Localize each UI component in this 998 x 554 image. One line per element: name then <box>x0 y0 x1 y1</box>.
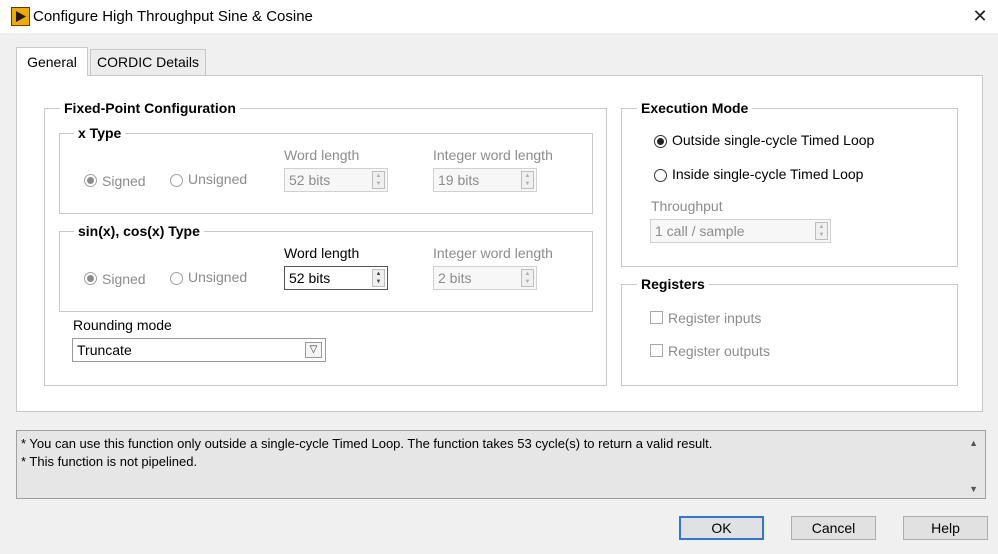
x-type-signed-radio[interactable] <box>84 174 97 187</box>
sincos-type-word-length-value: 52 bits <box>289 270 331 286</box>
rounding-mode-label: Rounding mode <box>73 317 172 333</box>
x-type-integer-word-length-value: 19 bits <box>438 172 480 188</box>
sincos-type-integer-word-length-value: 2 bits <box>438 270 472 286</box>
registers-legend: Registers <box>637 276 709 292</box>
x-type-integer-word-length-label: Integer word length <box>433 147 553 163</box>
execution-mode-legend: Execution Mode <box>637 100 753 116</box>
sincos-type-legend: sin(x), cos(x) Type <box>74 223 204 239</box>
throughput-value: 1 call / sample <box>655 223 745 239</box>
tab-general[interactable]: General <box>16 47 88 76</box>
spin-up-icon[interactable]: ▲ <box>522 270 533 278</box>
sincos-type-integer-word-length-spinner[interactable]: ▲ ▼ <box>521 269 534 287</box>
chevron-down-icon[interactable]: ▽ <box>305 342 322 358</box>
sincos-type-unsigned-label: Unsigned <box>188 269 248 285</box>
sincos-type-word-length-input[interactable]: 52 bits ▲ ▼ <box>284 266 388 290</box>
throughput-label: Throughput <box>651 198 723 214</box>
outside-timed-loop-label: Outside single-cycle Timed Loop <box>672 132 875 148</box>
outside-timed-loop-radio[interactable] <box>654 135 667 148</box>
sincos-type-word-length-spinner[interactable]: ▲ ▼ <box>372 269 385 287</box>
spin-up-icon[interactable]: ▲ <box>816 223 827 231</box>
throughput-spinner[interactable]: ▲ ▼ <box>815 222 828 240</box>
inside-timed-loop-label: Inside single-cycle Timed Loop <box>672 166 864 182</box>
tab-cordic-details[interactable]: CORDIC Details <box>90 49 206 76</box>
spin-up-icon[interactable]: ▲ <box>373 172 384 180</box>
throughput-input[interactable]: 1 call / sample ▲ ▼ <box>650 219 831 243</box>
spin-down-icon[interactable]: ▼ <box>373 278 384 286</box>
scroll-up-icon[interactable]: ▲ <box>969 438 978 448</box>
labview-app-icon <box>11 7 30 26</box>
x-type-word-length-value: 52 bits <box>289 172 331 188</box>
register-outputs-checkbox[interactable] <box>650 344 663 357</box>
x-type-word-length-label: Word length <box>284 147 360 163</box>
sincos-type-word-length-label: Word length <box>284 245 360 261</box>
register-outputs-label: Register outputs <box>668 343 770 359</box>
sincos-type-signed-radio[interactable] <box>84 272 97 285</box>
spin-up-icon[interactable]: ▲ <box>373 270 384 278</box>
register-inputs-label: Register inputs <box>668 310 762 326</box>
x-type-unsigned-radio[interactable] <box>170 174 183 187</box>
x-type-signed-label: Signed <box>102 173 146 189</box>
sincos-type-integer-word-length-label: Integer word length <box>433 245 553 261</box>
ok-button[interactable]: OK <box>679 516 764 540</box>
spin-down-icon[interactable]: ▼ <box>816 231 827 239</box>
scroll-down-icon[interactable]: ▼ <box>969 484 978 494</box>
sincos-type-integer-word-length-input[interactable]: 2 bits ▲ ▼ <box>433 266 537 290</box>
info-line-1: * You can use this function only outside… <box>21 436 713 451</box>
spin-down-icon[interactable]: ▼ <box>373 180 384 188</box>
info-line-2: * This function is not pipelined. <box>21 454 198 469</box>
x-type-word-length-input[interactable]: 52 bits ▲ ▼ <box>284 168 388 192</box>
spin-down-icon[interactable]: ▼ <box>522 180 533 188</box>
help-button[interactable]: Help <box>903 516 988 540</box>
registers-group <box>621 284 958 386</box>
info-message-box[interactable]: * You can use this function only outside… <box>16 430 986 499</box>
spin-down-icon[interactable]: ▼ <box>522 278 533 286</box>
rounding-mode-select[interactable]: Truncate ▽ <box>72 338 326 362</box>
x-type-legend: x Type <box>74 125 126 141</box>
x-type-integer-word-length-input[interactable]: 19 bits ▲ ▼ <box>433 168 537 192</box>
x-type-word-length-spinner[interactable]: ▲ ▼ <box>372 171 385 189</box>
fixed-point-configuration-legend: Fixed-Point Configuration <box>60 100 240 116</box>
register-inputs-checkbox[interactable] <box>650 311 663 324</box>
x-type-integer-word-length-spinner[interactable]: ▲ ▼ <box>521 171 534 189</box>
rounding-mode-value: Truncate <box>77 342 132 358</box>
cancel-button[interactable]: Cancel <box>791 516 876 540</box>
window-title: Configure High Throughput Sine & Cosine <box>33 8 313 25</box>
inside-timed-loop-radio[interactable] <box>654 169 667 182</box>
sincos-type-signed-label: Signed <box>102 271 146 287</box>
x-type-unsigned-label: Unsigned <box>188 171 248 187</box>
close-icon[interactable]: ✕ <box>966 4 994 28</box>
spin-up-icon[interactable]: ▲ <box>522 172 533 180</box>
sincos-type-unsigned-radio[interactable] <box>170 272 183 285</box>
